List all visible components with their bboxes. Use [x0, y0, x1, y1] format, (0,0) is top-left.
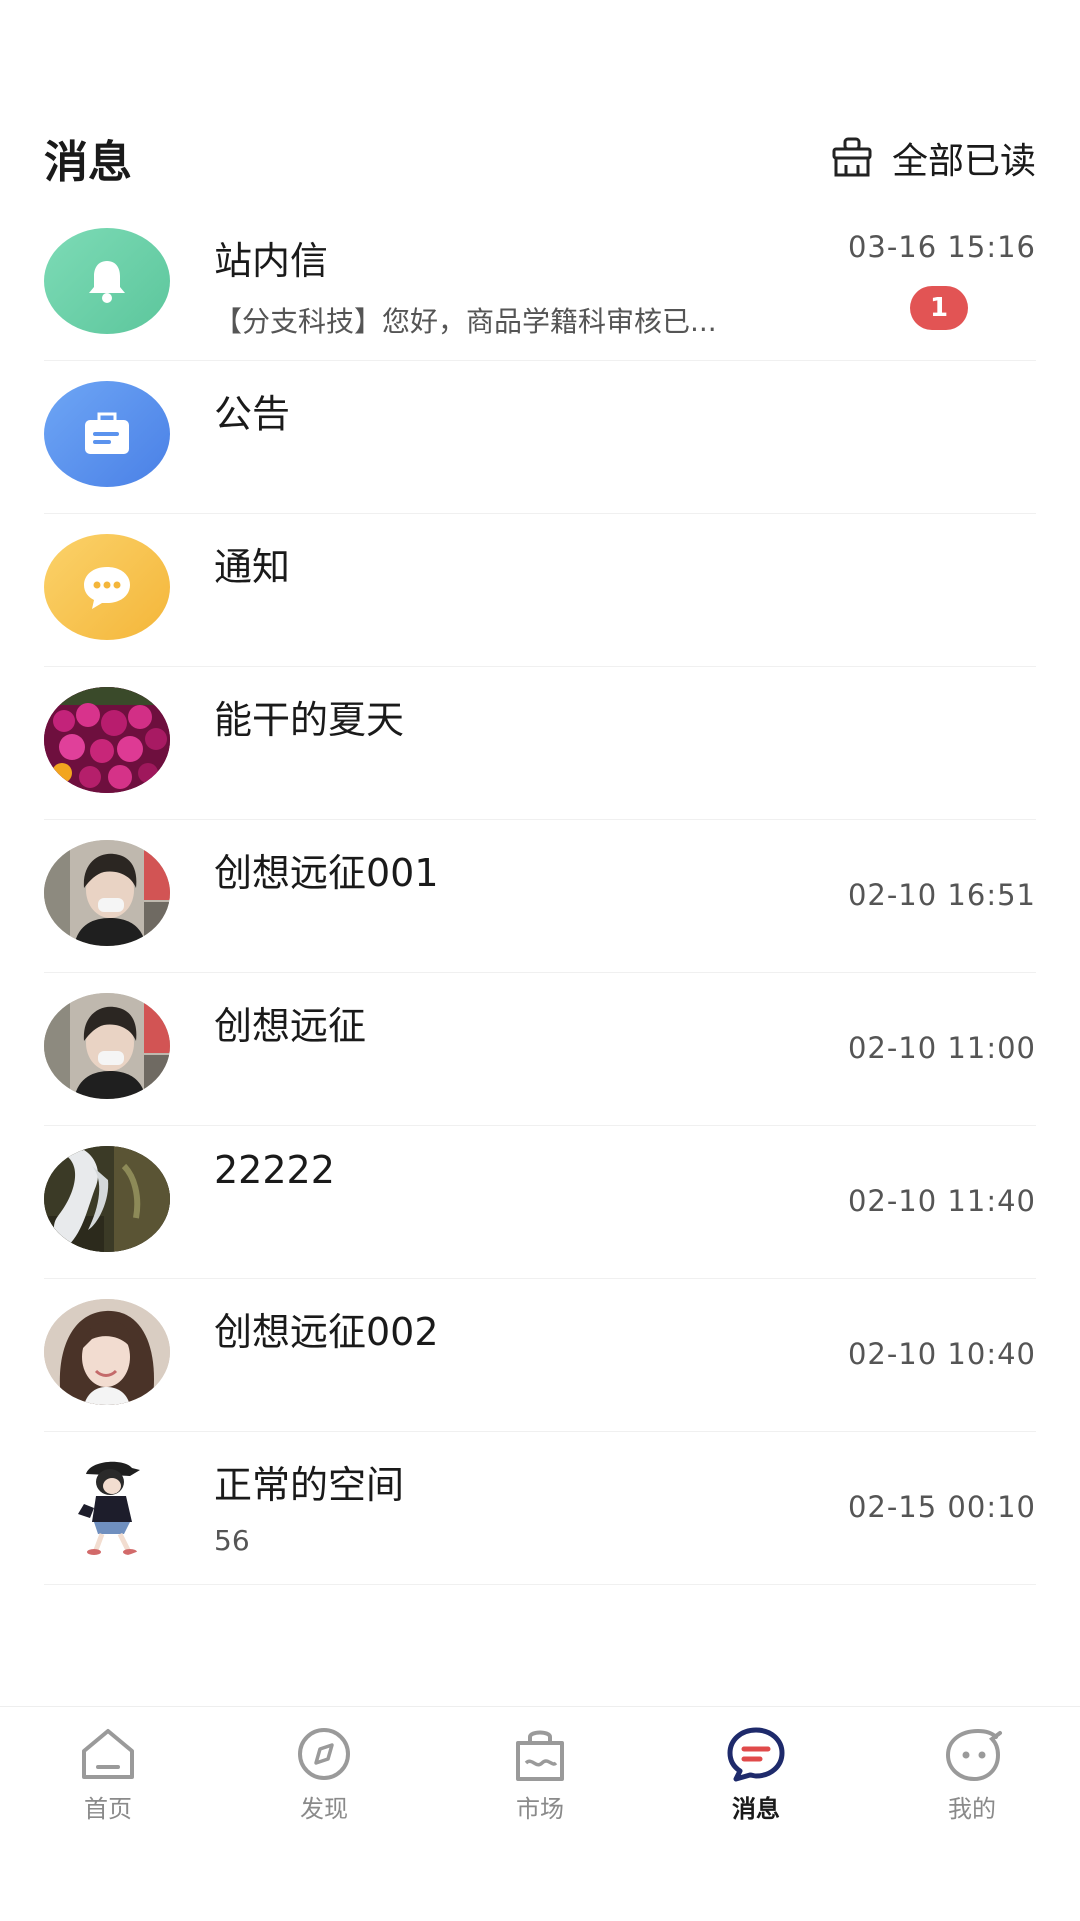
- person-photo: [44, 993, 170, 1099]
- conversation-item[interactable]: 创想远征002 02-10 10:40: [44, 1279, 1036, 1432]
- tab-label: 我的: [948, 1795, 996, 1823]
- conversation-name: 创想远征001: [214, 851, 439, 895]
- header: 消息 全部已读: [44, 118, 1036, 198]
- conversation-preview: 56: [214, 1524, 250, 1557]
- tab-label: 首页: [84, 1795, 132, 1823]
- conversation-name: 公告: [214, 392, 291, 436]
- conversation-name: 创想远征: [214, 1004, 367, 1048]
- conversation-name: 通知: [214, 545, 291, 589]
- message-icon: [724, 1725, 788, 1783]
- conversation-item[interactable]: 22222 02-10 11:40: [44, 1126, 1036, 1279]
- bottom-tab-bar: 首页 发现 市场 消息 我的: [0, 1706, 1080, 1921]
- conversation-name: 正常的空间: [214, 1463, 405, 1507]
- conversation-name: 能干的夏天: [214, 698, 405, 742]
- tab-profile[interactable]: 我的: [864, 1707, 1080, 1921]
- conversation-time: 02-15 00:10: [847, 1490, 1036, 1524]
- girl-photo: [44, 1299, 170, 1405]
- tab-market[interactable]: 市场: [432, 1707, 648, 1921]
- conversation-item[interactable]: 能干的夏天: [44, 667, 1036, 820]
- tab-label: 市场: [516, 1795, 564, 1823]
- cartoon-girl-avatar: [44, 1452, 170, 1558]
- conversation-name: 22222: [214, 1148, 335, 1192]
- conversation-time: 03-16 15:16: [847, 230, 1036, 264]
- conversation-item[interactable]: 创想远征 02-10 11:00: [44, 973, 1036, 1126]
- flowers-photo: [44, 687, 170, 793]
- conversation-item[interactable]: 站内信 03-16 15:16 【分支科技】您好，商品学籍科审核已... 1: [44, 208, 1036, 361]
- chat-bubble-icon: [44, 534, 170, 640]
- shopping-bag-icon: [508, 1725, 572, 1783]
- unread-badge: 1: [910, 286, 968, 330]
- conversation-list: 站内信 03-16 15:16 【分支科技】您好，商品学籍科审核已... 1 公…: [44, 208, 1036, 1585]
- conversation-item[interactable]: 正常的空间 02-15 00:10 56: [44, 1432, 1036, 1585]
- conversation-time: 02-10 10:40: [847, 1337, 1036, 1371]
- tab-label: 发现: [300, 1795, 348, 1823]
- announcement-icon: [44, 381, 170, 487]
- page-title: 消息: [44, 137, 132, 188]
- conversation-preview: 【分支科技】您好，商品学籍科审核已...: [214, 305, 717, 338]
- conversation-item[interactable]: 通知: [44, 514, 1036, 667]
- mark-all-read-button[interactable]: 全部已读: [830, 132, 1036, 184]
- tab-home[interactable]: 首页: [0, 1707, 216, 1921]
- conversation-time: 02-10 11:00: [847, 1031, 1036, 1065]
- broom-icon: [830, 137, 874, 179]
- person-photo: [44, 840, 170, 946]
- conversation-item[interactable]: 公告: [44, 361, 1036, 514]
- waterfall-photo: [44, 1146, 170, 1252]
- bell-icon: [44, 228, 170, 334]
- smiley-icon: [940, 1725, 1004, 1783]
- conversation-item[interactable]: 创想远征001 02-10 16:51: [44, 820, 1036, 973]
- mark-all-read-label: 全部已读: [891, 141, 1036, 182]
- tab-messages[interactable]: 消息: [648, 1707, 864, 1921]
- tab-discover[interactable]: 发现: [216, 1707, 432, 1921]
- conversation-name: 站内信: [214, 239, 329, 283]
- compass-icon: [292, 1725, 356, 1783]
- home-icon: [76, 1725, 140, 1783]
- conversation-time: 02-10 16:51: [847, 878, 1036, 912]
- tab-label: 消息: [732, 1795, 780, 1823]
- conversation-time: 02-10 11:40: [847, 1184, 1036, 1218]
- conversation-name: 创想远征002: [214, 1310, 439, 1354]
